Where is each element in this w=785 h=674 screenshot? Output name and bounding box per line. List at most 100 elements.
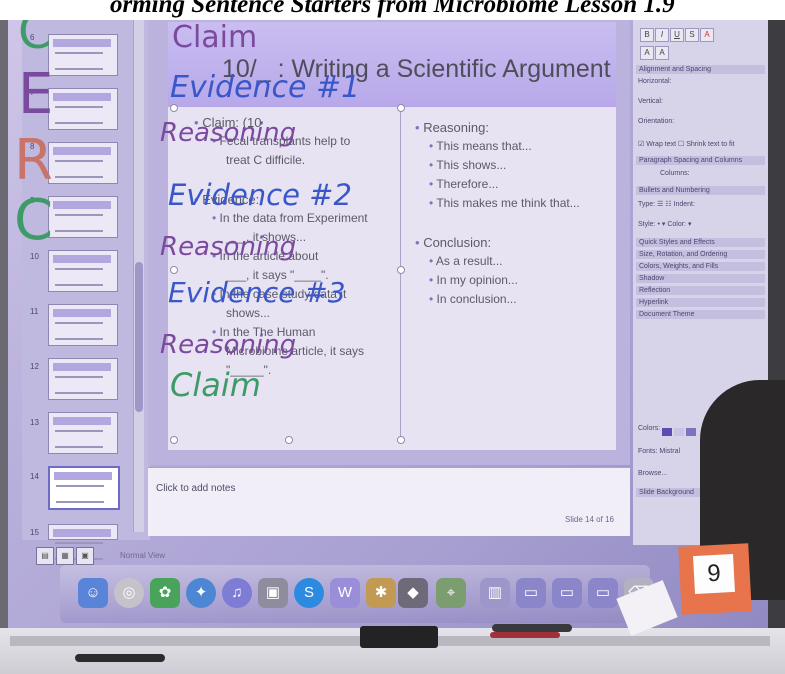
slide-thumbnail-9[interactable] — [48, 196, 118, 238]
thumbnail-scrollbar[interactable] — [133, 12, 144, 532]
section-document-theme[interactable]: Document Theme — [636, 310, 765, 319]
italic-button[interactable]: I — [655, 28, 669, 42]
presenter-view-icon[interactable]: ▣ — [76, 547, 94, 565]
slide-thumbnail-14-selected[interactable] — [48, 466, 120, 510]
eraser — [360, 626, 438, 648]
resize-handle[interactable] — [285, 436, 293, 444]
video-caption: orming Sentence Starters from Microbiome… — [0, 0, 785, 20]
folder-icon[interactable]: ▭ — [588, 578, 618, 608]
margin-letter-r: R — [14, 128, 53, 193]
maps-icon[interactable]: ⌖ — [436, 578, 466, 608]
right-text-column[interactable]: • Reasoning: • This means that... • This… — [415, 118, 615, 309]
section-bullets[interactable]: Bullets and Numbering — [636, 186, 765, 195]
section-quick-styles[interactable]: Quick Styles and Effects — [636, 238, 765, 247]
slide-thumbnail-8[interactable] — [48, 142, 118, 184]
underline-button[interactable]: U — [670, 28, 684, 42]
slide-thumbnail-12[interactable] — [48, 358, 118, 400]
section-colors-fills[interactable]: Colors, Weights, and Fills — [636, 262, 765, 271]
grow-font-button[interactable]: A — [640, 46, 654, 60]
shrink-text-label: Shrink text to fit — [686, 141, 735, 148]
claim-bullet-cont: treat C difficile. — [226, 153, 306, 167]
reasoning-bullet: • This means that... — [429, 139, 532, 153]
color-swatch[interactable] — [662, 428, 672, 436]
section-reflection[interactable]: Reflection — [636, 286, 765, 295]
margin-letter-e: E — [18, 62, 54, 127]
wrap-text-checkbox[interactable]: ☑ Wrap text ☐ Shrink text to fit — [638, 140, 734, 148]
handwritten-reasoning-3: Reasoning — [160, 330, 297, 360]
slide-counter: Slide 14 of 16 — [565, 515, 614, 524]
slide-thumbnail-15[interactable] — [48, 524, 118, 560]
folder-icon[interactable]: ▭ — [552, 578, 582, 608]
notes-placeholder[interactable]: Click to add notes — [156, 483, 236, 494]
color-swatch[interactable] — [686, 428, 696, 436]
resize-handle[interactable] — [397, 104, 405, 112]
thumb-number: 13 — [30, 418, 39, 427]
type-label: Type: — [638, 201, 656, 208]
slide-thumbnail-11[interactable] — [48, 304, 118, 346]
handwritten-reasoning-1: Reasoning — [160, 118, 297, 148]
font-color-button[interactable]: A — [700, 28, 714, 42]
view-mode-label: Normal View — [120, 551, 166, 560]
wrap-text-label: Wrap text — [646, 141, 677, 148]
bullet-type-row[interactable]: Type: ☰ ☷ Indent: — [638, 200, 695, 208]
indent-label: Indent: — [673, 201, 695, 208]
finder-icon[interactable]: ☺ — [78, 578, 108, 608]
scroll-thumb[interactable] — [135, 262, 143, 412]
theme-fonts-row[interactable]: Fonts: Mistral — [638, 448, 680, 455]
reasoning-bullet: • This shows... — [429, 158, 507, 172]
theme-font-name: Mistral — [659, 448, 681, 455]
strike-button[interactable]: S — [685, 28, 699, 42]
caption-text: orming Sentence Starters from Microbiome… — [110, 0, 675, 18]
section-hyperlink[interactable]: Hyperlink — [636, 298, 765, 307]
section-alignment[interactable]: Alignment and Spacing — [636, 65, 765, 74]
notes-pane[interactable] — [148, 467, 630, 536]
pinwheel-icon[interactable]: ✱ — [366, 578, 396, 608]
thumb-number: 12 — [30, 362, 39, 371]
reasoning-header-text: Reasoning: — [423, 120, 489, 135]
section-paragraph[interactable]: Paragraph Spacing and Columns — [636, 156, 765, 165]
itunes-icon[interactable]: ♫ — [222, 578, 252, 608]
wolf-icon[interactable]: ◆ — [398, 578, 428, 608]
app-icon[interactable]: ▥ — [480, 578, 510, 608]
slide-thumbnail-7[interactable] — [48, 88, 118, 130]
leaf-icon[interactable]: ✿ — [150, 578, 180, 608]
color-swatch[interactable] — [674, 428, 684, 436]
bullet-style-row[interactable]: Style: • ▾ Color: ▾ — [638, 220, 691, 228]
reasoning-bullet: • Therefore... — [429, 177, 499, 191]
chrome-icon[interactable]: ◎ — [114, 578, 144, 608]
section-size-rotation[interactable]: Size, Rotation, and Ordering — [636, 250, 765, 259]
slide-thumbnail-6[interactable] — [48, 34, 118, 76]
skype-icon[interactable]: S — [294, 578, 324, 608]
w-icon[interactable]: W — [330, 578, 360, 608]
resize-handle[interactable] — [397, 436, 405, 444]
conclusion-bullet-text: In my opinion... — [436, 273, 518, 287]
color-label: Color: — [667, 221, 687, 228]
theme-colors-label: Colors: — [638, 425, 661, 432]
marker — [490, 632, 560, 638]
handwritten-evidence-3: Evidence #3 — [168, 276, 346, 309]
conclusion-header: • Conclusion: — [415, 235, 492, 250]
browse-button[interactable]: Browse... — [638, 470, 667, 477]
sorter-view-icon[interactable]: ▦ — [56, 547, 74, 565]
section-shadow[interactable]: Shadow — [636, 274, 765, 283]
shrink-font-button[interactable]: A — [655, 46, 669, 60]
safari-icon[interactable]: ✦ — [186, 578, 216, 608]
conclusion-bullet-text: In conclusion... — [436, 292, 517, 306]
reasoning-bullet: • This makes me think that... — [429, 196, 580, 210]
resize-handle[interactable] — [170, 436, 178, 444]
marker — [75, 654, 165, 662]
normal-view-icon[interactable]: ▤ — [36, 547, 54, 565]
photo-icon[interactable]: ▣ — [258, 578, 288, 608]
bold-button[interactable]: B — [640, 28, 654, 42]
slide-thumbnail-10[interactable] — [48, 250, 118, 292]
conclusion-header-text: Conclusion: — [423, 235, 492, 250]
conclusion-bullet: • As a result... — [429, 254, 503, 268]
resize-handle[interactable] — [397, 266, 405, 274]
handwritten-evidence-2: Evidence #2 — [168, 178, 352, 212]
folder-icon[interactable]: ▭ — [516, 578, 546, 608]
orientation-label: Orientation: — [638, 118, 675, 125]
resize-handle[interactable] — [170, 104, 178, 112]
slide-thumbnail-13[interactable] — [48, 412, 118, 454]
vertical-label: Vertical: — [638, 98, 663, 105]
resize-handle[interactable] — [170, 266, 178, 274]
